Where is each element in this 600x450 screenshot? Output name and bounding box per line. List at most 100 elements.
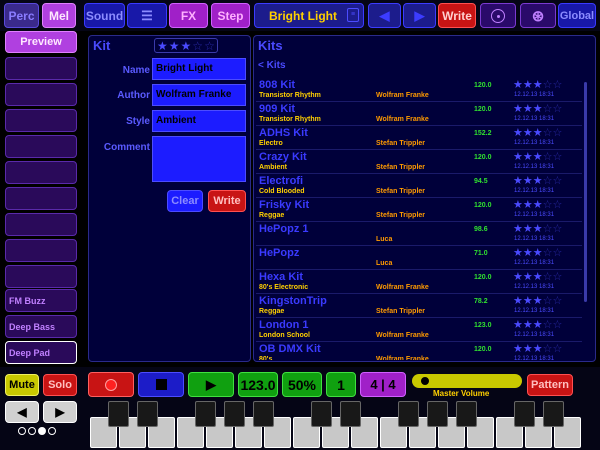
sound-slot[interactable] (5, 239, 77, 262)
clear-button[interactable]: Clear (167, 190, 203, 212)
kit-row[interactable]: KingstonTrip Reggae Stefan Trippler 78.2 ★ ★ ★… (256, 294, 582, 318)
preview-button[interactable]: Preview (5, 31, 77, 53)
kit-bpm: 152.2 (474, 130, 492, 137)
kit-name: London 1 (259, 319, 309, 331)
fx-button[interactable]: FX (169, 3, 208, 28)
black-key[interactable] (137, 401, 158, 427)
star-outline-icon: ☆ (542, 319, 553, 331)
black-key[interactable] (398, 401, 419, 427)
master-volume-knob[interactable] (418, 375, 431, 387)
gear-icon: ⊛ (531, 7, 545, 25)
kit-rating: ★ ★ ★ ☆ ☆ (513, 78, 562, 91)
black-key[interactable] (253, 401, 274, 427)
sound-slot[interactable] (5, 265, 77, 288)
kit-row[interactable]: 808 Kit Transistor Rhythm Wolfram Franke 12… (256, 78, 582, 102)
kit-row[interactable]: ADHS Kit Electro Stefan Trippler 152.2 ★ ★ ★ ☆ ☆… (256, 126, 582, 150)
kit-bpm: 78.2 (474, 298, 488, 305)
play-button[interactable]: ▶ (188, 372, 234, 397)
black-key[interactable] (543, 401, 564, 427)
global-button[interactable]: Global (558, 3, 596, 28)
style-field[interactable]: Ambient (152, 110, 246, 132)
step-button[interactable]: Step (211, 3, 250, 28)
solo-button[interactable]: Solo (43, 374, 77, 396)
perc-tab[interactable]: Perc (4, 3, 39, 28)
record-button[interactable] (88, 372, 134, 397)
sound-slot[interactable] (5, 57, 77, 80)
sound-slot[interactable] (5, 83, 77, 106)
octave-up-button[interactable]: ▶ (43, 401, 77, 423)
mute-button[interactable]: Mute (5, 374, 39, 396)
star-icon: ★ (513, 319, 523, 331)
sound-slot-deep-pad[interactable]: Deep Pad (5, 341, 77, 364)
kit-row[interactable]: OB DMX Kit 80's Wolfram Franke 120.0 ★ ★ ★ ☆ ☆ 12… (256, 342, 582, 360)
master-volume-slider[interactable] (412, 374, 522, 388)
triangle-left-icon: ◀ (17, 405, 27, 419)
black-key[interactable] (195, 401, 216, 427)
scrollbar[interactable] (584, 78, 589, 360)
pattern-button[interactable]: Pattern (527, 374, 573, 396)
comment-field[interactable] (152, 136, 246, 182)
page-dot-active[interactable] (38, 427, 46, 435)
kit-row[interactable]: HePopz Luca 71.0 ★ ★ ★ ☆ ☆ 12.12.13 18:31 (256, 246, 582, 270)
author-field[interactable]: Wolfram Franke (152, 84, 246, 106)
menu-button[interactable]: ☰ (127, 3, 167, 28)
sound-slot[interactable] (5, 109, 77, 132)
kit-row[interactable]: 909 Kit Transistor Rhythm Wolfram Franke 12… (256, 102, 582, 126)
bar-display[interactable]: 1 (326, 372, 356, 397)
scrollbar-thumb[interactable] (584, 82, 587, 302)
sound-slot[interactable] (5, 135, 77, 158)
star-outline-icon: ☆ (542, 247, 553, 259)
star-icon: ★ (532, 127, 543, 139)
kit-row[interactable]: Frisky Kit Reggae Stefan Trippler 120.0 ★ ★ ★ ☆… (256, 198, 582, 222)
write-button[interactable]: Write (208, 190, 246, 212)
kit-row[interactable]: London 1 London School Wolfram Franke 123.0… (256, 318, 582, 342)
sound-slot[interactable] (5, 187, 77, 210)
page-dot[interactable] (48, 427, 56, 435)
page-dot[interactable] (28, 427, 36, 435)
star-outline-icon: ☆ (552, 319, 563, 331)
star-outline-icon: ☆ (542, 127, 553, 139)
sound-slot-deep-bass[interactable]: Deep Bass (5, 315, 77, 338)
kit-bpm: 120.0 (474, 346, 492, 353)
kit-date: 12.12.13 18:31 (514, 140, 555, 146)
stop-button[interactable] (138, 372, 184, 397)
kit-date: 12.12.13 18:31 (514, 92, 555, 98)
record-settings-button[interactable] (480, 3, 516, 28)
kit-row[interactable]: Hexa Kit 80's Electronic Wolfram Franke 120… (256, 270, 582, 294)
settings-button[interactable]: ⊛ (520, 3, 556, 28)
kit-row[interactable]: Crazy Kit Ambient Stefan Trippler 120.0 ★ ★ ★ ☆… (256, 150, 582, 174)
kit-row[interactable]: Electrofi Cold Blooded Stefan Trippler 94.5… (256, 174, 582, 198)
kit-bpm: 94.5 (474, 178, 488, 185)
black-key[interactable] (340, 401, 361, 427)
tempo-display[interactable]: 123.0 (238, 372, 278, 397)
swing-display[interactable]: 50% (282, 372, 322, 397)
triangle-right-icon: ▶ (414, 7, 425, 23)
sound-button[interactable]: Sound (84, 3, 125, 28)
kit-rating[interactable]: ★ ★ ★ ☆ ☆ (154, 38, 218, 53)
page-dot[interactable] (18, 427, 26, 435)
black-key[interactable] (224, 401, 245, 427)
black-key[interactable] (427, 401, 448, 427)
sound-slot[interactable] (5, 213, 77, 236)
sound-slot[interactable] (5, 161, 77, 184)
black-key[interactable] (311, 401, 332, 427)
kits-list[interactable]: 808 Kit Transistor Rhythm Wolfram Franke 12… (256, 78, 582, 360)
star-icon: ★ (522, 223, 533, 235)
black-key[interactable] (514, 401, 535, 427)
next-kit-button[interactable]: ▶ (403, 3, 436, 28)
name-field[interactable]: Bright Light (152, 58, 246, 80)
mel-tab[interactable]: Mel (42, 3, 76, 28)
kit-rating: ★ ★ ★ ☆ ☆ (513, 222, 562, 235)
sound-slot-fm-buzz[interactable]: FM Buzz (5, 289, 77, 312)
write-kit-button[interactable]: Write (438, 3, 476, 28)
kit-row[interactable]: HePopz 1 Luca 98.6 ★ ★ ★ ☆ ☆ 12.12.13 18:31 (256, 222, 582, 246)
time-signature-display[interactable]: 4 | 4 (360, 372, 406, 397)
breadcrumb[interactable]: < Kits (258, 60, 286, 71)
kit-selector[interactable]: Bright Light ≡ (254, 3, 364, 28)
black-key[interactable] (108, 401, 129, 427)
black-key[interactable] (456, 401, 477, 427)
prev-kit-button[interactable]: ◀ (368, 3, 401, 28)
star-outline-icon: ☆ (552, 127, 563, 139)
octave-down-button[interactable]: ◀ (5, 401, 39, 423)
kit-name: 909 Kit (259, 103, 296, 115)
